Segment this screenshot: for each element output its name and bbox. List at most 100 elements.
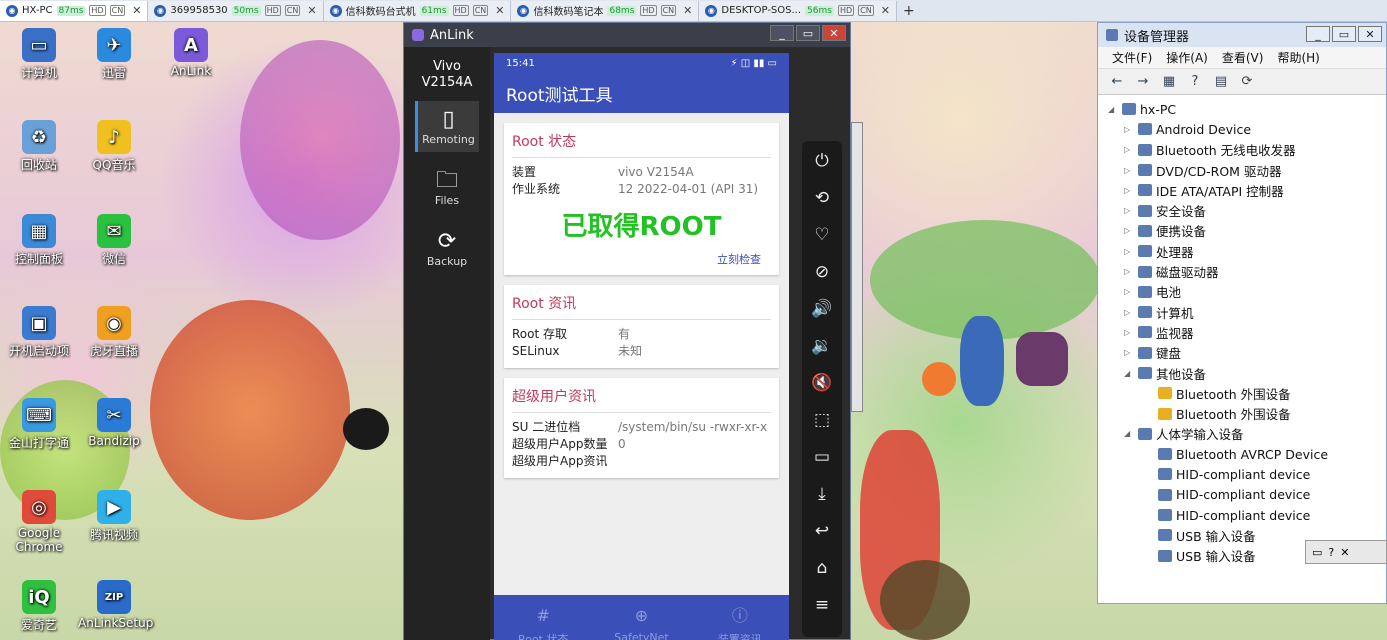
light-icon[interactable]: ♡ bbox=[808, 221, 836, 249]
expand-icon[interactable]: ▷ bbox=[1124, 186, 1134, 195]
remote-tab[interactable]: ◉ HX-PC 87ms HD CN ✕ bbox=[0, 0, 149, 21]
expand-icon[interactable]: ◢ bbox=[1124, 369, 1134, 378]
desktop-icon[interactable]: ▭ 计算机 bbox=[3, 28, 75, 81]
phone-screen[interactable]: 15:41 ⚡ ◫ ▮▮ ▭ Root测试工具 Root 状态 装置 vivo V2… bbox=[494, 53, 789, 640]
desktop-icon[interactable]: ◎ Google Chrome bbox=[3, 490, 75, 554]
tree-item[interactable]: ▷ DVD/CD-ROM 驱动器 bbox=[1108, 160, 1386, 180]
tree-item[interactable]: ◢ 其他设备 bbox=[1108, 363, 1386, 383]
expand-icon[interactable]: ▷ bbox=[1124, 267, 1134, 276]
maximize-button[interactable]: ▭ bbox=[796, 25, 820, 41]
expand-icon[interactable]: ▷ bbox=[1124, 287, 1134, 296]
expand-icon[interactable]: ▷ bbox=[1124, 206, 1134, 215]
menu-item[interactable]: 帮助(H) bbox=[1277, 49, 1319, 66]
tree-item[interactable]: ◢ 人体学输入设备 bbox=[1108, 424, 1386, 444]
expand-icon[interactable]: ▷ bbox=[1124, 226, 1134, 235]
tree-item[interactable]: ▷ 监视器 bbox=[1108, 322, 1386, 342]
expand-icon[interactable]: ▷ bbox=[1124, 166, 1134, 175]
minimize-button[interactable]: _ bbox=[1306, 26, 1330, 42]
mute-icon[interactable]: 🔇 bbox=[808, 369, 836, 397]
expand-icon[interactable]: ▷ bbox=[1124, 247, 1134, 256]
desktop-icon[interactable]: ♻ 回收站 bbox=[3, 120, 75, 173]
expand-icon[interactable]: ▷ bbox=[1124, 145, 1134, 154]
tab-close-icon[interactable]: ✕ bbox=[881, 4, 890, 17]
desktop-icon[interactable]: ▦ 控制面板 bbox=[3, 214, 75, 267]
volume-up-icon[interactable]: 🔊 bbox=[808, 295, 836, 323]
forward-icon[interactable]: → bbox=[1134, 73, 1152, 91]
tab-close-icon[interactable]: ✕ bbox=[495, 4, 504, 17]
tab-close-icon[interactable]: ✕ bbox=[132, 4, 141, 17]
remote-tab[interactable]: ◉ 信科数码台式机 61ms HD CN ✕ bbox=[323, 0, 512, 21]
desktop-icon[interactable]: ✂ Bandizip bbox=[78, 398, 150, 448]
download-icon[interactable]: ⤓ bbox=[808, 480, 836, 508]
check-now-link[interactable]: 立刻检查 bbox=[512, 251, 771, 267]
desktop-icon[interactable]: ◉ 虎牙直播 bbox=[78, 306, 150, 359]
tree-item[interactable]: HID-compliant device bbox=[1108, 505, 1386, 525]
tab-close-icon[interactable]: ✕ bbox=[683, 4, 692, 17]
no-light-icon[interactable]: ⊘ bbox=[808, 258, 836, 286]
keyboard-icon[interactable]: ▭ bbox=[1312, 546, 1322, 559]
expand-icon[interactable]: ◢ bbox=[1124, 429, 1134, 438]
screenshot-icon[interactable]: ⬚ bbox=[808, 406, 836, 434]
tree-item[interactable]: Bluetooth 外围设备 bbox=[1108, 383, 1386, 403]
sidebar-item-backup[interactable]: ⟳ Backup bbox=[415, 223, 479, 274]
expand-icon[interactable]: ▷ bbox=[1124, 125, 1134, 134]
menu-item[interactable]: 操作(A) bbox=[1166, 49, 1208, 66]
menu-item[interactable]: 文件(F) bbox=[1112, 49, 1152, 66]
help-icon[interactable]: ? bbox=[1186, 73, 1204, 91]
tree-item[interactable]: HID-compliant device bbox=[1108, 485, 1386, 505]
volume-down-icon[interactable]: 🔉 bbox=[808, 332, 836, 360]
remote-tab[interactable]: ◉ 信科数码笔记本 68ms HD CN ✕ bbox=[511, 0, 700, 21]
minimize-button[interactable]: _ bbox=[770, 25, 794, 41]
desktop-icon[interactable]: ✈ 迅雷 bbox=[78, 28, 150, 81]
record-icon[interactable]: ▭ bbox=[808, 443, 836, 471]
home-icon[interactable]: ⌂ bbox=[808, 554, 836, 582]
tree-item[interactable]: Bluetooth AVRCP Device bbox=[1108, 444, 1386, 464]
desktop-icon[interactable]: ⌨ 金山打字通 bbox=[3, 398, 75, 451]
scan-icon[interactable]: ⟳ bbox=[1238, 73, 1256, 91]
desktop-icon[interactable]: ▶ 腾讯视频 bbox=[78, 490, 150, 543]
desktop-icon[interactable]: iQ 爱奇艺 bbox=[3, 580, 75, 633]
tree-item[interactable]: ▷ Bluetooth 无线电收发器 bbox=[1108, 140, 1386, 160]
tab-close-icon[interactable]: ✕ bbox=[307, 4, 316, 17]
desktop-icon[interactable]: ▣ 开机启动项 bbox=[3, 306, 75, 359]
bottom-nav-item[interactable]: ⊕ SafetyNet bbox=[592, 595, 690, 640]
remote-tab[interactable]: ◉ DESKTOP-SOS... 56ms HD CN ✕ bbox=[699, 0, 897, 21]
sidebar-item-remoting[interactable]: ▯ Remoting bbox=[415, 101, 479, 152]
menu-icon[interactable]: ≡ bbox=[808, 591, 836, 619]
desktop-icon[interactable]: ♪ QQ音乐 bbox=[78, 120, 150, 173]
rotate-icon[interactable]: ⟲ bbox=[808, 184, 836, 212]
tree-item[interactable]: ▷ 计算机 bbox=[1108, 302, 1386, 322]
help-icon[interactable]: ? bbox=[1328, 546, 1334, 559]
expand-icon[interactable]: ▷ bbox=[1124, 328, 1134, 337]
close-button[interactable]: ✕ bbox=[1358, 26, 1382, 42]
tree-item[interactable]: ▷ 处理器 bbox=[1108, 241, 1386, 261]
expand-icon[interactable]: ▷ bbox=[1124, 348, 1134, 357]
tree-item[interactable]: Bluetooth 外围设备 bbox=[1108, 403, 1386, 423]
new-tab-button[interactable]: + bbox=[897, 3, 921, 19]
power-icon[interactable]: ⏻ bbox=[808, 147, 836, 175]
menu-item[interactable]: 查看(V) bbox=[1222, 49, 1264, 66]
back-icon[interactable]: ↩ bbox=[808, 517, 836, 545]
bottom-nav-item[interactable]: ⓘ 装置资讯 bbox=[691, 595, 789, 640]
tree-item[interactable]: ▷ Android Device bbox=[1108, 119, 1386, 139]
close-button[interactable]: ✕ bbox=[822, 25, 846, 41]
properties-icon[interactable]: ▦ bbox=[1160, 73, 1178, 91]
desktop-icon[interactable]: ✉ 微信 bbox=[78, 214, 150, 267]
desktop-icon[interactable]: ZIP AnLinkSetup bbox=[78, 580, 153, 630]
scroll-strip[interactable] bbox=[851, 122, 863, 412]
maximize-button[interactable]: ▭ bbox=[1332, 26, 1356, 42]
sidebar-item-files[interactable]: 🗀 Files bbox=[415, 162, 479, 213]
remote-tab[interactable]: ◉ 369958530 50ms HD CN ✕ bbox=[148, 0, 324, 21]
bottom-nav-item[interactable]: # Root 状态 bbox=[494, 595, 592, 640]
expand-icon[interactable]: ◢ bbox=[1108, 105, 1118, 114]
tree-item[interactable]: ▷ IDE ATA/ATAPI 控制器 bbox=[1108, 180, 1386, 200]
tree-item[interactable]: ▷ 安全设备 bbox=[1108, 200, 1386, 220]
tree-item[interactable]: ▷ 键盘 bbox=[1108, 343, 1386, 363]
view-icon[interactable]: ▤ bbox=[1212, 73, 1230, 91]
tree-item[interactable]: HID-compliant device bbox=[1108, 464, 1386, 484]
back-icon[interactable]: ← bbox=[1108, 73, 1126, 91]
tree-item[interactable]: ◢ hx-PC bbox=[1108, 99, 1386, 119]
desktop-icon[interactable]: A AnLink bbox=[155, 28, 227, 78]
tree-item[interactable]: ▷ 便携设备 bbox=[1108, 221, 1386, 241]
expand-icon[interactable]: ▷ bbox=[1124, 308, 1134, 317]
